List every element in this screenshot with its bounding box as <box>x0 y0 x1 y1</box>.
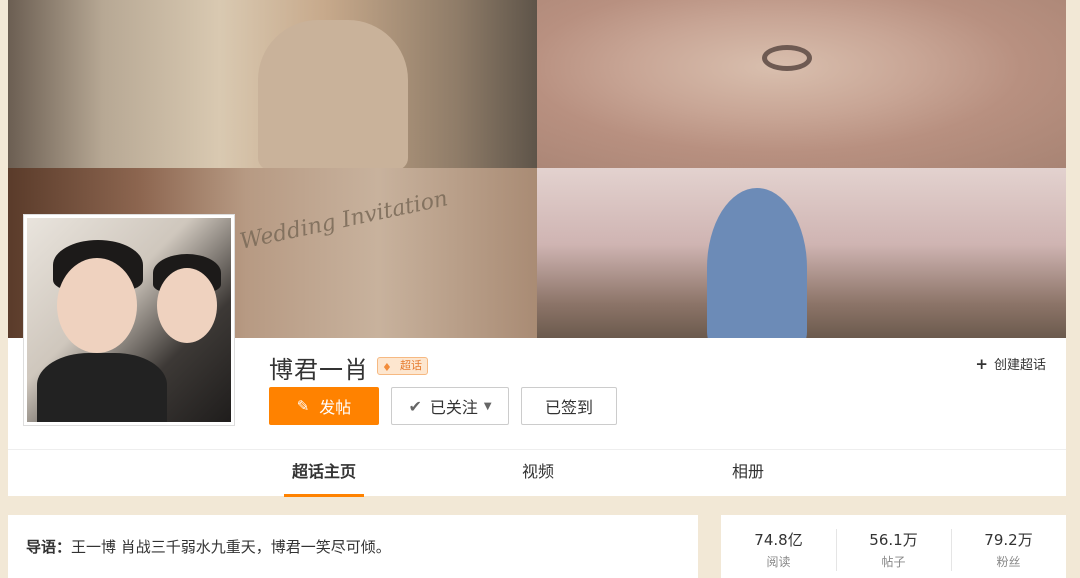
avatar-image <box>27 218 231 422</box>
avatar[interactable] <box>23 214 235 426</box>
stat-label: 粉丝 <box>996 555 1021 569</box>
cover-photo-2 <box>537 0 1066 168</box>
avatar-figure <box>37 353 167 422</box>
invitation-text: Wedding Invitation <box>237 186 451 255</box>
avatar-figure <box>157 268 217 343</box>
stat-value: 74.8亿 <box>754 531 803 549</box>
cover-figure <box>258 20 408 168</box>
ring-graphic <box>762 45 812 71</box>
avatar-figure <box>57 258 137 353</box>
create-supertopic-link[interactable]: + 创建超话 <box>975 354 1046 373</box>
page-title: 博君一肖 <box>269 356 369 384</box>
stat-fans: 79.2万 粉丝 <box>951 515 1066 578</box>
follow-label: 已关注 <box>429 398 478 417</box>
tab-album[interactable]: 相册 <box>718 450 778 497</box>
stats-panel: 74.8亿 阅读 56.1万 帖子 79.2万 粉丝 <box>721 515 1066 578</box>
plus-icon: + <box>975 355 988 373</box>
create-label: 创建超话 <box>993 358 1046 373</box>
cover-figure <box>707 188 807 338</box>
stat-value: 79.2万 <box>984 531 1033 549</box>
intro-prefix: 导语： <box>26 538 72 556</box>
tab-bar: 超话主页 视频 相册 <box>8 449 1066 497</box>
diamond-icon: ♦ <box>382 361 392 374</box>
tab-video[interactable]: 视频 <box>508 450 568 497</box>
post-button[interactable]: ✎ 发帖 <box>269 387 379 425</box>
follow-button[interactable]: ✔ 已关注 ▼ <box>391 387 509 425</box>
cover-photo-4 <box>537 168 1066 338</box>
checkin-button[interactable]: 已签到 <box>521 387 617 425</box>
intro-panel: 导语：王一博 肖战三千弱水九重天，博君一笑尽可倾。 <box>8 515 698 578</box>
badge-label: 超话 <box>400 359 422 372</box>
supertopic-badge: ♦ 超话 <box>377 357 428 375</box>
caret-down-icon: ▼ <box>483 400 492 412</box>
post-label: 发帖 <box>319 398 352 417</box>
stat-reads: 74.8亿 阅读 <box>721 515 836 578</box>
checkin-label: 已签到 <box>544 398 593 417</box>
stat-label: 帖子 <box>881 555 906 569</box>
edit-icon: ✎ <box>296 397 310 415</box>
cover-photo-1 <box>8 0 537 168</box>
stat-label: 阅读 <box>766 555 791 569</box>
stat-posts: 56.1万 帖子 <box>836 515 951 578</box>
tab-home[interactable]: 超话主页 <box>284 450 364 497</box>
check-icon: ✔ <box>408 396 422 416</box>
intro-text: 王一博 肖战三千弱水九重天，博君一笑尽可倾。 <box>71 538 391 556</box>
stat-value: 56.1万 <box>869 531 918 549</box>
